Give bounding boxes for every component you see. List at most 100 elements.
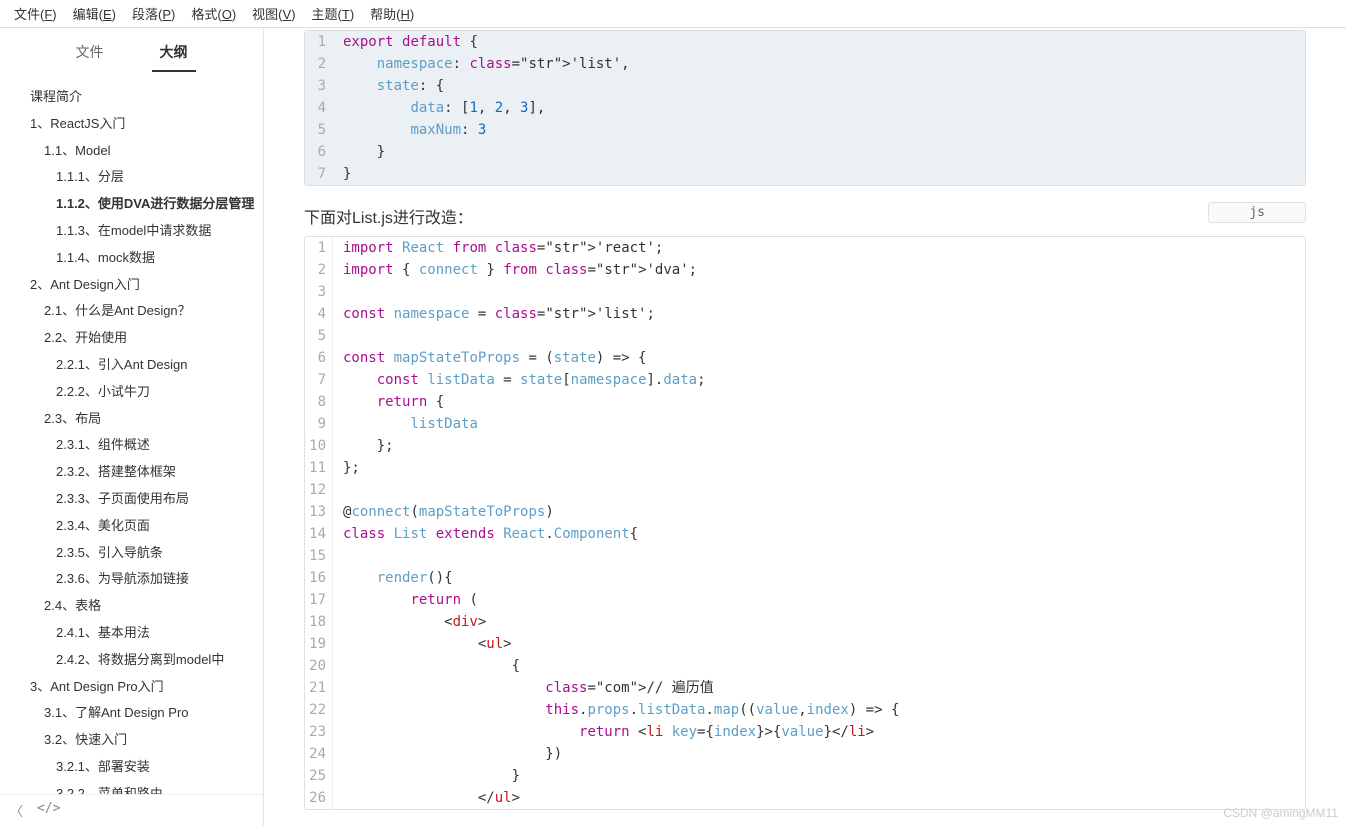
code-line[interactable]: {	[333, 655, 1305, 677]
code-line[interactable]: <ul>	[333, 633, 1305, 655]
code-line[interactable]: class List extends React.Component{	[333, 523, 1305, 545]
code-line[interactable]: import React from class="str">'react';	[333, 237, 1305, 259]
outline-item[interactable]: 2.3.4、美化页面	[0, 513, 263, 540]
code-line[interactable]	[333, 325, 1305, 347]
code-line[interactable]: return <li key={index}>{value}</li>	[333, 721, 1305, 743]
code-line[interactable]: }	[333, 163, 1305, 185]
outline-item[interactable]: 2.3、布局	[0, 406, 263, 433]
tab-outline[interactable]: 大纲	[152, 42, 196, 72]
line-number: 3	[305, 281, 333, 303]
code-line[interactable]: const namespace = class="str">'list';	[333, 303, 1305, 325]
code-line[interactable]: };	[333, 457, 1305, 479]
code-line[interactable]: listData	[333, 413, 1305, 435]
menu-f[interactable]: 文件(F)	[6, 1, 65, 26]
menu-t[interactable]: 主题(T)	[304, 1, 363, 26]
line-number: 25	[305, 765, 333, 787]
outline-item[interactable]: 2.2.2、小试牛刀	[0, 379, 263, 406]
outline-item[interactable]: 3、Ant Design Pro入门	[0, 674, 263, 701]
line-number: 5	[305, 325, 333, 347]
outline-item[interactable]: 2、Ant Design入门	[0, 272, 263, 299]
code-icon[interactable]: </>	[37, 801, 60, 820]
language-badge[interactable]: js	[1208, 202, 1306, 223]
sidebar-footer: 〈 </>	[0, 794, 263, 826]
outline-item[interactable]: 1.1、Model	[0, 138, 263, 165]
outline-item[interactable]: 2.2、开始使用	[0, 325, 263, 352]
line-number: 7	[305, 163, 333, 185]
outline-item[interactable]: 2.3.6、为导航添加链接	[0, 566, 263, 593]
line-number: 21	[305, 677, 333, 699]
editor-content[interactable]: 1 export default { 2 namespace: class="str…	[264, 28, 1346, 826]
line-number: 20	[305, 655, 333, 677]
outline-item[interactable]: 2.4.2、将数据分离到model中	[0, 647, 263, 674]
line-number: 5	[305, 119, 333, 141]
outline-item[interactable]: 1.1.2、使用DVA进行数据分层管理	[0, 191, 263, 218]
code-line[interactable]	[333, 545, 1305, 567]
code-line[interactable]: }	[333, 141, 1305, 163]
code-line[interactable]: return (	[333, 589, 1305, 611]
line-number: 17	[305, 589, 333, 611]
line-number: 26	[305, 787, 333, 809]
outline-item[interactable]: 3.2、快速入门	[0, 727, 263, 754]
code-line[interactable]: @connect(mapStateToProps)	[333, 501, 1305, 523]
line-number: 4	[305, 303, 333, 325]
code-line[interactable]: import { connect } from class="str">'dva…	[333, 259, 1305, 281]
code-line[interactable]: export default {	[333, 31, 1305, 53]
back-icon[interactable]: 〈	[10, 801, 23, 820]
menu-e[interactable]: 编辑(E)	[65, 1, 124, 26]
menu-h[interactable]: 帮助(H)	[362, 1, 422, 26]
watermark: CSDN @amingMM11	[1223, 806, 1338, 820]
code-line[interactable]: data: [1, 2, 3],	[333, 97, 1305, 119]
outline-item[interactable]: 2.2.1、引入Ant Design	[0, 352, 263, 379]
code-line[interactable]: const mapStateToProps = (state) => {	[333, 347, 1305, 369]
code-line[interactable]: <div>	[333, 611, 1305, 633]
outline-item[interactable]: 1.1.1、分层	[0, 164, 263, 191]
line-number: 2	[305, 259, 333, 281]
menubar: 文件(F)编辑(E)段落(P)格式(O)视图(V)主题(T)帮助(H)	[0, 0, 1346, 28]
line-number: 19	[305, 633, 333, 655]
code-line[interactable]: };	[333, 435, 1305, 457]
line-number: 14	[305, 523, 333, 545]
code-line[interactable]: }	[333, 765, 1305, 787]
code-block-model: 1export default {2 namespace: class="str…	[304, 30, 1306, 186]
outline-item[interactable]: 2.3.2、搭建整体框架	[0, 459, 263, 486]
code-line[interactable]: namespace: class="str">'list',	[333, 53, 1305, 75]
outline-item[interactable]: 3.2.1、部署安装	[0, 754, 263, 781]
code-line[interactable]: maxNum: 3	[333, 119, 1305, 141]
menu-v[interactable]: 视图(V)	[244, 1, 303, 26]
menu-o[interactable]: 格式(O)	[183, 1, 244, 26]
code-line[interactable]: const listData = state[namespace].data;	[333, 369, 1305, 391]
outline-item[interactable]: 2.3.5、引入导航条	[0, 540, 263, 567]
code-line[interactable]: return {	[333, 391, 1305, 413]
outline-item[interactable]: 2.4、表格	[0, 593, 263, 620]
line-number: 8	[305, 391, 333, 413]
code-line[interactable]: render(){	[333, 567, 1305, 589]
code-line[interactable]: class="com">// 遍历值	[333, 677, 1305, 699]
code-line[interactable]	[333, 281, 1305, 303]
outline-item[interactable]: 2.3.3、子页面使用布局	[0, 486, 263, 513]
outline-item[interactable]: 课程简介	[0, 84, 263, 111]
sidebar: 文件 大纲 课程简介1、ReactJS入门1.1、Model1.1.1、分层1.…	[0, 28, 264, 826]
code-line[interactable]: </ul>	[333, 787, 1305, 809]
outline-item[interactable]: 1.1.3、在model中请求数据	[0, 218, 263, 245]
tab-file[interactable]: 文件	[68, 42, 112, 72]
line-number: 13	[305, 501, 333, 523]
line-number: 22	[305, 699, 333, 721]
line-number: 12	[305, 479, 333, 501]
outline-item[interactable]: 2.1、什么是Ant Design？	[0, 298, 263, 325]
code-line[interactable]	[333, 479, 1305, 501]
outline-item[interactable]: 2.3.1、组件概述	[0, 432, 263, 459]
line-number: 6	[305, 347, 333, 369]
outline-item[interactable]: 3.2.2、菜单和路由	[0, 781, 263, 794]
line-number: 9	[305, 413, 333, 435]
code-line[interactable]: })	[333, 743, 1305, 765]
outline-item[interactable]: 1、ReactJS入门	[0, 111, 263, 138]
outline-item[interactable]: 3.1、了解Ant Design Pro	[0, 700, 263, 727]
outline-item[interactable]: 1.1.4、mock数据	[0, 245, 263, 272]
line-number: 1	[305, 237, 333, 259]
line-number: 6	[305, 141, 333, 163]
code-line[interactable]: this.props.listData.map((value,index) =>…	[333, 699, 1305, 721]
code-line[interactable]: state: {	[333, 75, 1305, 97]
menu-p[interactable]: 段落(P)	[124, 1, 183, 26]
line-number: 15	[305, 545, 333, 567]
outline-item[interactable]: 2.4.1、基本用法	[0, 620, 263, 647]
